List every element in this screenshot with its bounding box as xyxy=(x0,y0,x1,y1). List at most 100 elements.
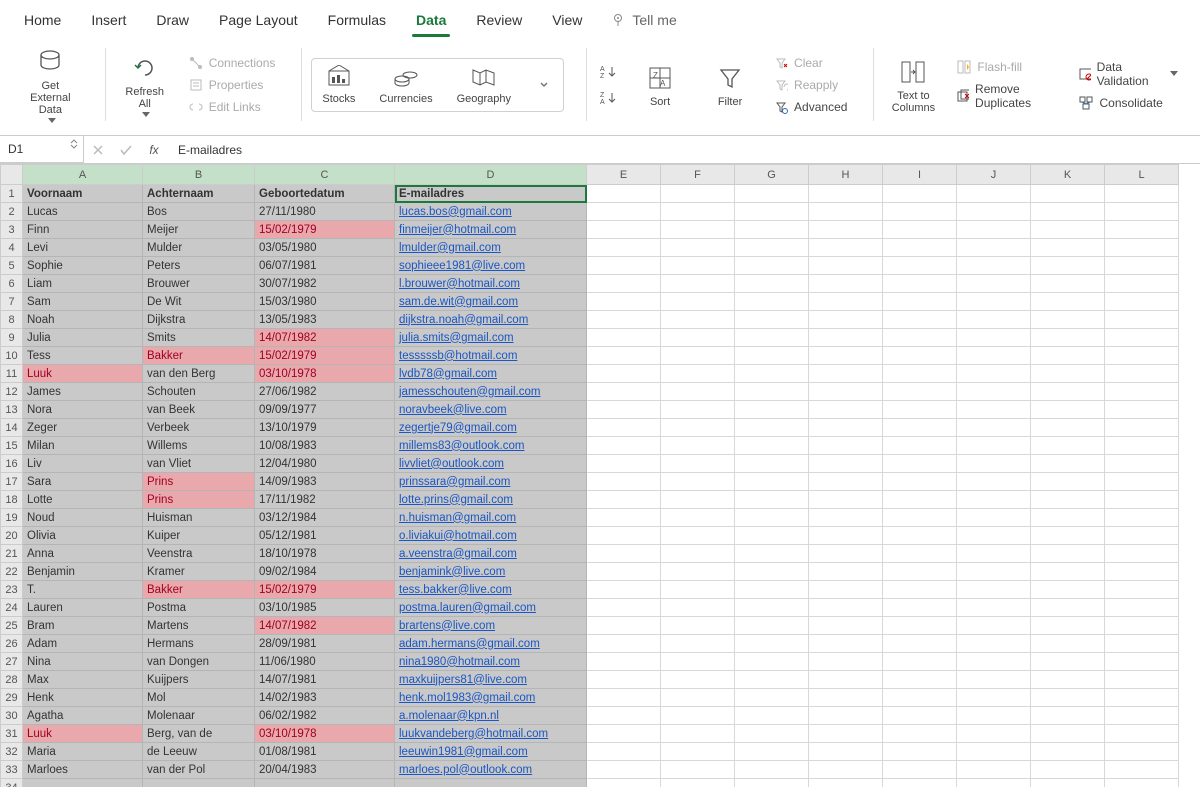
cell-H9[interactable] xyxy=(809,329,883,347)
cell-I1[interactable] xyxy=(883,185,957,203)
row-header-19[interactable]: 19 xyxy=(1,509,23,527)
cell-G11[interactable] xyxy=(735,365,809,383)
cell-K3[interactable] xyxy=(1031,221,1105,239)
cell-A8[interactable]: Noah xyxy=(23,311,143,329)
cell-C8[interactable]: 13/05/1983 xyxy=(255,311,395,329)
cell-A7[interactable]: Sam xyxy=(23,293,143,311)
cell-B3[interactable]: Meijer xyxy=(143,221,255,239)
cell-J22[interactable] xyxy=(957,563,1031,581)
cell-I21[interactable] xyxy=(883,545,957,563)
cell-K1[interactable] xyxy=(1031,185,1105,203)
cell-D28[interactable]: maxkuijpers81@live.com xyxy=(395,671,587,689)
cell-A32[interactable]: Maria xyxy=(23,743,143,761)
cell-G6[interactable] xyxy=(735,275,809,293)
cell-K34[interactable] xyxy=(1031,779,1105,788)
cell-E3[interactable] xyxy=(587,221,661,239)
tab-formulas[interactable]: Formulas xyxy=(314,6,400,36)
cell-B13[interactable]: van Beek xyxy=(143,401,255,419)
advanced-button[interactable]: Advanced xyxy=(770,98,851,116)
row-header-2[interactable]: 2 xyxy=(1,203,23,221)
cell-D15[interactable]: millems83@outlook.com xyxy=(395,437,587,455)
cell-K17[interactable] xyxy=(1031,473,1105,491)
row-header-30[interactable]: 30 xyxy=(1,707,23,725)
row-header-10[interactable]: 10 xyxy=(1,347,23,365)
cell-B22[interactable]: Kramer xyxy=(143,563,255,581)
properties-button[interactable]: Properties xyxy=(185,76,280,94)
cell-F9[interactable] xyxy=(661,329,735,347)
row-header-15[interactable]: 15 xyxy=(1,437,23,455)
cell-K8[interactable] xyxy=(1031,311,1105,329)
cell-A13[interactable]: Nora xyxy=(23,401,143,419)
cell-I15[interactable] xyxy=(883,437,957,455)
cell-H7[interactable] xyxy=(809,293,883,311)
cell-G30[interactable] xyxy=(735,707,809,725)
cell-L8[interactable] xyxy=(1105,311,1179,329)
cell-H8[interactable] xyxy=(809,311,883,329)
cell-G34[interactable] xyxy=(735,779,809,788)
cell-L14[interactable] xyxy=(1105,419,1179,437)
cell-C25[interactable]: 14/07/1982 xyxy=(255,617,395,635)
cell-K11[interactable] xyxy=(1031,365,1105,383)
cell-F7[interactable] xyxy=(661,293,735,311)
cell-J14[interactable] xyxy=(957,419,1031,437)
cell-E2[interactable] xyxy=(587,203,661,221)
cell-J32[interactable] xyxy=(957,743,1031,761)
cell-I10[interactable] xyxy=(883,347,957,365)
name-box[interactable]: D1 xyxy=(0,136,84,163)
cell-I34[interactable] xyxy=(883,779,957,788)
cell-L3[interactable] xyxy=(1105,221,1179,239)
cell-F2[interactable] xyxy=(661,203,735,221)
cell-A4[interactable]: Levi xyxy=(23,239,143,257)
cell-J10[interactable] xyxy=(957,347,1031,365)
cell-L27[interactable] xyxy=(1105,653,1179,671)
cell-J5[interactable] xyxy=(957,257,1031,275)
cell-E6[interactable] xyxy=(587,275,661,293)
row-header-28[interactable]: 28 xyxy=(1,671,23,689)
filter-button[interactable]: Filter xyxy=(700,58,760,112)
cell-L10[interactable] xyxy=(1105,347,1179,365)
cell-D18[interactable]: lotte.prins@gmail.com xyxy=(395,491,587,509)
cell-K9[interactable] xyxy=(1031,329,1105,347)
cell-K16[interactable] xyxy=(1031,455,1105,473)
cell-B6[interactable]: Brouwer xyxy=(143,275,255,293)
row-header-5[interactable]: 5 xyxy=(1,257,23,275)
cell-C1[interactable]: Geboortedatum xyxy=(255,185,395,203)
refresh-all-button[interactable]: RefreshAll xyxy=(115,48,175,121)
cell-E7[interactable] xyxy=(587,293,661,311)
cell-D16[interactable]: livvliet@outlook.com xyxy=(395,455,587,473)
cell-J16[interactable] xyxy=(957,455,1031,473)
cell-G14[interactable] xyxy=(735,419,809,437)
cell-K21[interactable] xyxy=(1031,545,1105,563)
cell-F25[interactable] xyxy=(661,617,735,635)
cell-G20[interactable] xyxy=(735,527,809,545)
cell-H17[interactable] xyxy=(809,473,883,491)
cell-L26[interactable] xyxy=(1105,635,1179,653)
cell-G21[interactable] xyxy=(735,545,809,563)
cell-E10[interactable] xyxy=(587,347,661,365)
cell-G17[interactable] xyxy=(735,473,809,491)
cell-D5[interactable]: sophieee1981@live.com xyxy=(395,257,587,275)
cell-I6[interactable] xyxy=(883,275,957,293)
cell-H25[interactable] xyxy=(809,617,883,635)
cell-I13[interactable] xyxy=(883,401,957,419)
cell-D33[interactable]: marloes.pol@outlook.com xyxy=(395,761,587,779)
row-header-33[interactable]: 33 xyxy=(1,761,23,779)
cell-F18[interactable] xyxy=(661,491,735,509)
cell-H11[interactable] xyxy=(809,365,883,383)
cell-G23[interactable] xyxy=(735,581,809,599)
cell-E24[interactable] xyxy=(587,599,661,617)
cell-I8[interactable] xyxy=(883,311,957,329)
cell-H30[interactable] xyxy=(809,707,883,725)
cell-A16[interactable]: Liv xyxy=(23,455,143,473)
cell-H6[interactable] xyxy=(809,275,883,293)
cancel-formula-button[interactable] xyxy=(84,136,112,163)
cell-F3[interactable] xyxy=(661,221,735,239)
row-header-9[interactable]: 9 xyxy=(1,329,23,347)
cell-A12[interactable]: James xyxy=(23,383,143,401)
cell-F32[interactable] xyxy=(661,743,735,761)
cell-J17[interactable] xyxy=(957,473,1031,491)
row-header-24[interactable]: 24 xyxy=(1,599,23,617)
cell-J7[interactable] xyxy=(957,293,1031,311)
cell-A11[interactable]: Luuk xyxy=(23,365,143,383)
cell-F29[interactable] xyxy=(661,689,735,707)
